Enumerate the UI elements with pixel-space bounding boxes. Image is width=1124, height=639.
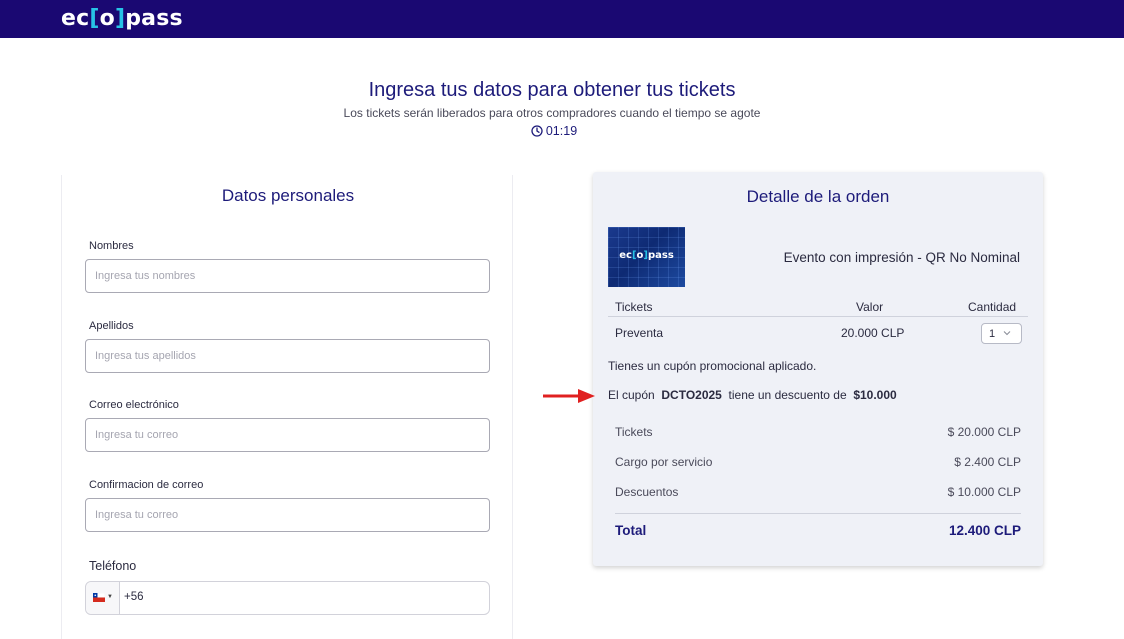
email-confirm-input[interactable] [85, 498, 490, 532]
nombres-input[interactable] [85, 259, 490, 293]
summary-tickets-label: Tickets [615, 425, 653, 439]
page-title: Ingresa tus datos para obtener tus ticke… [368, 79, 736, 101]
personal-data-form: Datos personales Nombres Apellidos Corre… [61, 175, 513, 639]
email-confirm-label: Confirmacion de correo [89, 479, 204, 491]
phone-prefix: +56 [124, 591, 144, 603]
red-arrow-icon [543, 389, 595, 403]
ecopass-logo[interactable]: ec[o]pass [61, 6, 183, 32]
summary-divider [615, 513, 1021, 514]
event-image: ec[o]pass [608, 227, 685, 287]
order-detail-panel: Detalle de la orden ec[o]pass Evento con… [593, 172, 1043, 566]
promo-applied-text: Tienes un cupón promocional aplicado. [608, 359, 817, 373]
apellidos-input[interactable] [85, 339, 490, 373]
event-name: Evento con impresión - QR No Nominal [783, 250, 1020, 265]
phone-field[interactable]: ▼ +56 [85, 581, 490, 615]
quantity-value: 1 [989, 328, 996, 340]
coupon-amount: $10.000 [853, 388, 897, 402]
email-input[interactable] [85, 418, 490, 452]
tickets-column-header: Tickets [615, 300, 653, 314]
clock-icon [531, 125, 543, 137]
summary-tickets-value: $ 20.000 CLP [947, 425, 1021, 439]
personal-data-title: Datos personales [221, 186, 355, 205]
total-label: Total [615, 523, 647, 538]
ticket-type: Preventa [615, 326, 664, 340]
coupon-discount-text: El cupón DCTO2025 tiene un descuento de … [608, 388, 897, 402]
nombres-label: Nombres [89, 240, 134, 252]
chevron-down-icon [1003, 331, 1011, 336]
chile-flag-icon [93, 593, 105, 602]
total-value: 12.400 CLP [948, 523, 1021, 538]
coupon-code: DCTO2025 [661, 388, 722, 402]
phone-label: Teléfono [89, 559, 137, 573]
summary-discount-label: Descuentos [615, 485, 679, 499]
email-label: Correo electrónico [89, 399, 179, 411]
value-column-header: Valor [856, 300, 884, 314]
summary-service-value: $ 2.400 CLP [954, 455, 1021, 469]
ticket-price: 20.000 CLP [841, 326, 905, 340]
caret-down-icon: ▼ [107, 594, 113, 600]
page-subtitle: Los tickets serán liberados para otros c… [343, 106, 761, 120]
top-navbar: ec[o]pass [0, 0, 1124, 38]
quantity-select[interactable]: 1 [981, 323, 1022, 344]
summary-service-label: Cargo por servicio [615, 455, 713, 469]
quantity-column-header: Cantidad [968, 300, 1017, 314]
order-detail-title: Detalle de la orden [746, 187, 890, 206]
apellidos-label: Apellidos [89, 320, 134, 332]
event-image-logo: ec[o]pass [619, 250, 674, 261]
summary-discount-value: $ 10.000 CLP [947, 485, 1021, 499]
country-code-dropdown[interactable]: ▼ [86, 582, 120, 614]
table-divider [608, 316, 1028, 317]
countdown-timer: 01:19 [0, 124, 1108, 138]
timer-value: 01:19 [545, 124, 578, 138]
